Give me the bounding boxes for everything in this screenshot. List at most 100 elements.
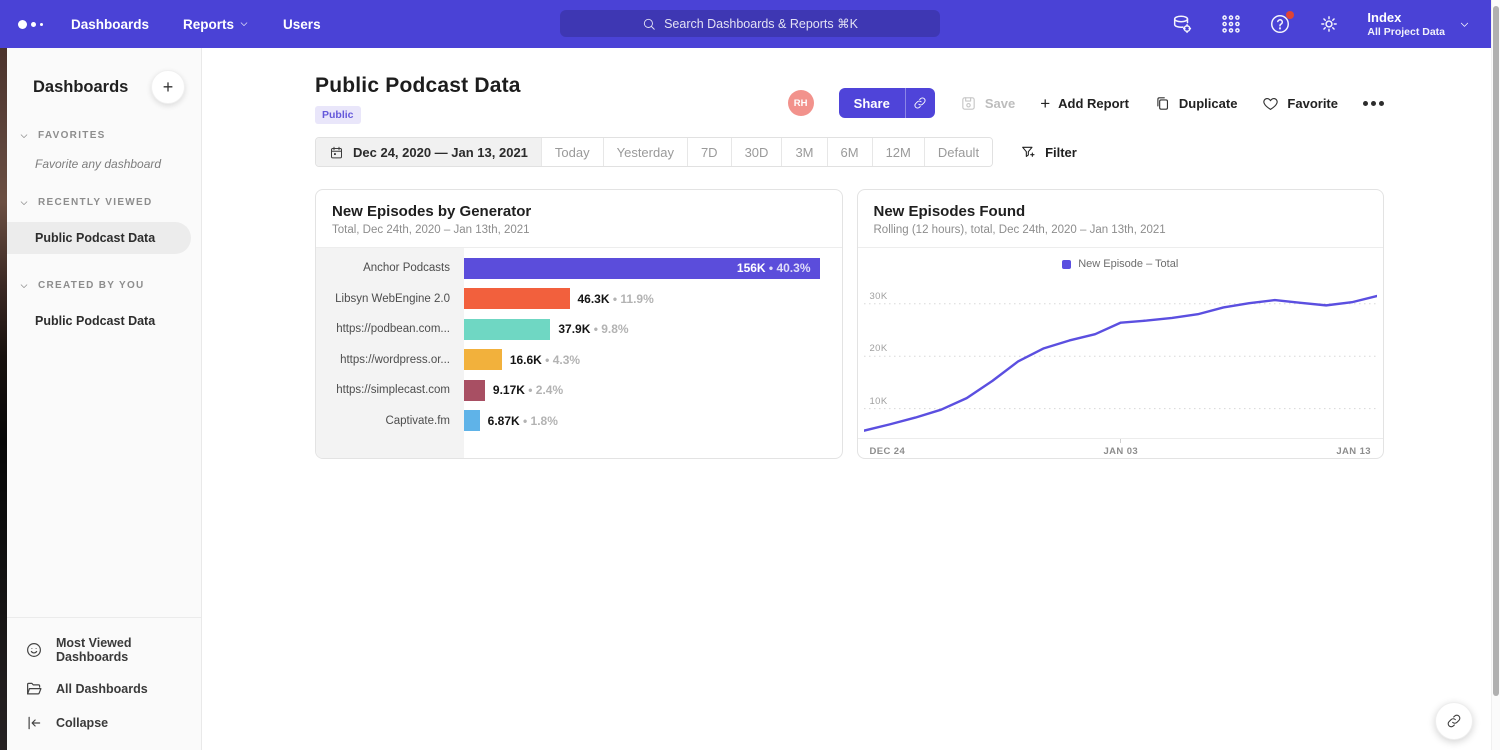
- bar-value-label: 156K • 40.3%: [737, 261, 811, 275]
- date-preset-yesterday[interactable]: Yesterday: [603, 138, 687, 166]
- smiley-icon: [25, 641, 43, 659]
- sidebar-footer-all-dashboards[interactable]: All Dashboards: [7, 672, 201, 706]
- public-badge: Public: [315, 106, 361, 124]
- chevron-down-icon: [19, 131, 29, 141]
- x-axis-tick-label: JAN 03: [1103, 446, 1138, 457]
- desktop-background-strip: [0, 48, 7, 750]
- bar-chart: Anchor Podcasts 156K • 40.3% Libsyn WebEng…: [316, 248, 842, 459]
- x-axis-tick-label: JAN 13: [1336, 446, 1371, 457]
- favorite-button[interactable]: Favorite: [1262, 95, 1338, 112]
- duplicate-button[interactable]: Duplicate: [1154, 95, 1238, 112]
- bar-value-label: 6.87K • 1.8%: [488, 414, 558, 428]
- sidebar-section: RECENTLY VIEWED Public Podcast Data: [7, 197, 201, 254]
- chart-legend: New Episode – Total: [858, 248, 1384, 270]
- share-button[interactable]: Share: [839, 88, 935, 118]
- bar-category-label: Anchor Podcasts: [316, 262, 464, 274]
- share-link-icon[interactable]: [905, 88, 935, 118]
- section-header[interactable]: CREATED BY YOU: [7, 280, 201, 291]
- brand-logo-icon[interactable]: [18, 20, 43, 29]
- date-preset-6m[interactable]: 6M: [827, 138, 872, 166]
- sidebar-footer-most-viewed-dashboards[interactable]: Most Viewed Dashboards: [7, 628, 201, 672]
- share-label[interactable]: Share: [839, 88, 905, 118]
- date-preset-30d[interactable]: 30D: [731, 138, 782, 166]
- sidebar-section: CREATED BY YOU Public Podcast Data: [7, 280, 201, 337]
- scrollbar-thumb[interactable]: [1493, 6, 1499, 696]
- legend-label: New Episode – Total: [1078, 258, 1178, 270]
- bar-category-label: Captivate.fm: [316, 415, 464, 427]
- nav-item-reports[interactable]: Reports: [183, 17, 249, 32]
- primary-nav: Dashboards Reports Users: [71, 17, 321, 32]
- header-actions: RH Share Save + Add Report Duplicate: [788, 88, 1384, 118]
- chevron-down-icon: [239, 19, 249, 29]
- chevron-down-icon: [1459, 19, 1470, 30]
- date-range-button[interactable]: Dec 24, 2020 — Jan 13, 2021: [316, 138, 541, 166]
- bar-row: Captivate.fm 6.87K • 1.8%: [316, 406, 842, 437]
- sidebar-item-dashboard[interactable]: Public Podcast Data: [7, 305, 201, 337]
- bar-chart-title: New Episodes by Generator: [332, 203, 826, 220]
- x-axis-tick-label: DEC 24: [870, 446, 906, 457]
- search-placeholder: Search Dashboards & Reports ⌘K: [664, 16, 858, 31]
- bar[interactable]: [464, 319, 550, 340]
- bar[interactable]: [464, 410, 480, 431]
- sidebar-item-dashboard[interactable]: Public Podcast Data: [7, 222, 191, 254]
- main-content: Public Podcast Data Public RH Share Save…: [202, 48, 1500, 750]
- date-preset-default[interactable]: Default: [924, 138, 992, 166]
- line-chart: 10K20K30K: [864, 276, 1378, 438]
- project-scope: All Project Data: [1367, 26, 1445, 38]
- top-navbar: Dashboards Reports Users Search Dashboards…: [0, 0, 1500, 48]
- filter-funnel-icon: [1020, 144, 1036, 160]
- bar[interactable]: [464, 349, 502, 370]
- save-button[interactable]: Save: [960, 95, 1015, 112]
- date-toolbar: Dec 24, 2020 — Jan 13, 2021 TodayYesterd…: [315, 137, 1384, 167]
- plus-icon: +: [1040, 95, 1050, 112]
- axis-tick: [1120, 439, 1121, 443]
- help-icon[interactable]: [1269, 13, 1291, 35]
- nav-item-dashboards[interactable]: Dashboards: [71, 17, 149, 32]
- bar-row: https://wordpress.or...16.6K • 4.3%: [316, 345, 842, 376]
- section-empty-hint: Favorite any dashboard: [7, 141, 201, 171]
- copy-link-fab[interactable]: [1435, 702, 1473, 740]
- y-axis-tick-label: 10K: [870, 396, 888, 407]
- sidebar-section: FAVORITESFavorite any dashboard: [7, 130, 201, 171]
- avatar[interactable]: RH: [788, 90, 814, 116]
- y-axis-tick-label: 20K: [870, 343, 888, 354]
- page-scrollbar[interactable]: [1491, 0, 1500, 750]
- date-preset-12m[interactable]: 12M: [872, 138, 924, 166]
- bar[interactable]: 156K • 40.3%: [464, 258, 820, 279]
- section-header[interactable]: RECENTLY VIEWED: [7, 197, 201, 208]
- bar-chart-card: New Episodes by Generator Total, Dec 24t…: [315, 189, 843, 459]
- date-preset-7d[interactable]: 7D: [687, 138, 731, 166]
- section-header[interactable]: FAVORITES: [7, 130, 201, 141]
- search-icon: [642, 17, 656, 31]
- add-dashboard-button[interactable]: +: [151, 70, 185, 104]
- x-axis: DEC 24 JAN 03 JAN 13: [858, 438, 1384, 457]
- sidebar: Dashboards + FAVORITESFavorite any dashb…: [7, 48, 202, 750]
- sidebar-title: Dashboards: [33, 78, 128, 97]
- more-options-button[interactable]: [1363, 101, 1384, 106]
- bar-chart-subtitle: Total, Dec 24th, 2020 – Jan 13th, 2021: [332, 224, 826, 236]
- project-selector[interactable]: Index All Project Data: [1367, 10, 1470, 38]
- settings-gear-icon[interactable]: [1318, 13, 1340, 35]
- line-chart-card: New Episodes Found Rolling (12 hours), t…: [857, 189, 1385, 459]
- date-preset-today[interactable]: Today: [541, 138, 603, 166]
- save-icon: [960, 95, 977, 112]
- bar[interactable]: [464, 380, 485, 401]
- sidebar-footer-collapse[interactable]: Collapse: [7, 706, 201, 740]
- duplicate-icon: [1154, 95, 1171, 112]
- bar-category-label: https://podbean.com...: [316, 323, 464, 335]
- line-chart-title: New Episodes Found: [874, 203, 1368, 220]
- apps-grid-icon[interactable]: [1220, 13, 1242, 35]
- search-input[interactable]: Search Dashboards & Reports ⌘K: [560, 10, 940, 37]
- filter-button[interactable]: Filter: [1020, 144, 1077, 160]
- bar[interactable]: [464, 288, 570, 309]
- data-sources-icon[interactable]: [1171, 13, 1193, 35]
- nav-item-users[interactable]: Users: [283, 17, 321, 32]
- add-report-button[interactable]: + Add Report: [1040, 95, 1129, 112]
- bar-category-label: Libsyn WebEngine 2.0: [316, 293, 464, 305]
- bar-row: Libsyn WebEngine 2.046.3K • 11.9%: [316, 284, 842, 315]
- date-preset-3m[interactable]: 3M: [781, 138, 826, 166]
- bar-category-label: https://wordpress.or...: [316, 354, 464, 366]
- heart-icon: [1262, 95, 1279, 112]
- link-icon: [1446, 713, 1462, 729]
- folder-icon: [25, 680, 43, 698]
